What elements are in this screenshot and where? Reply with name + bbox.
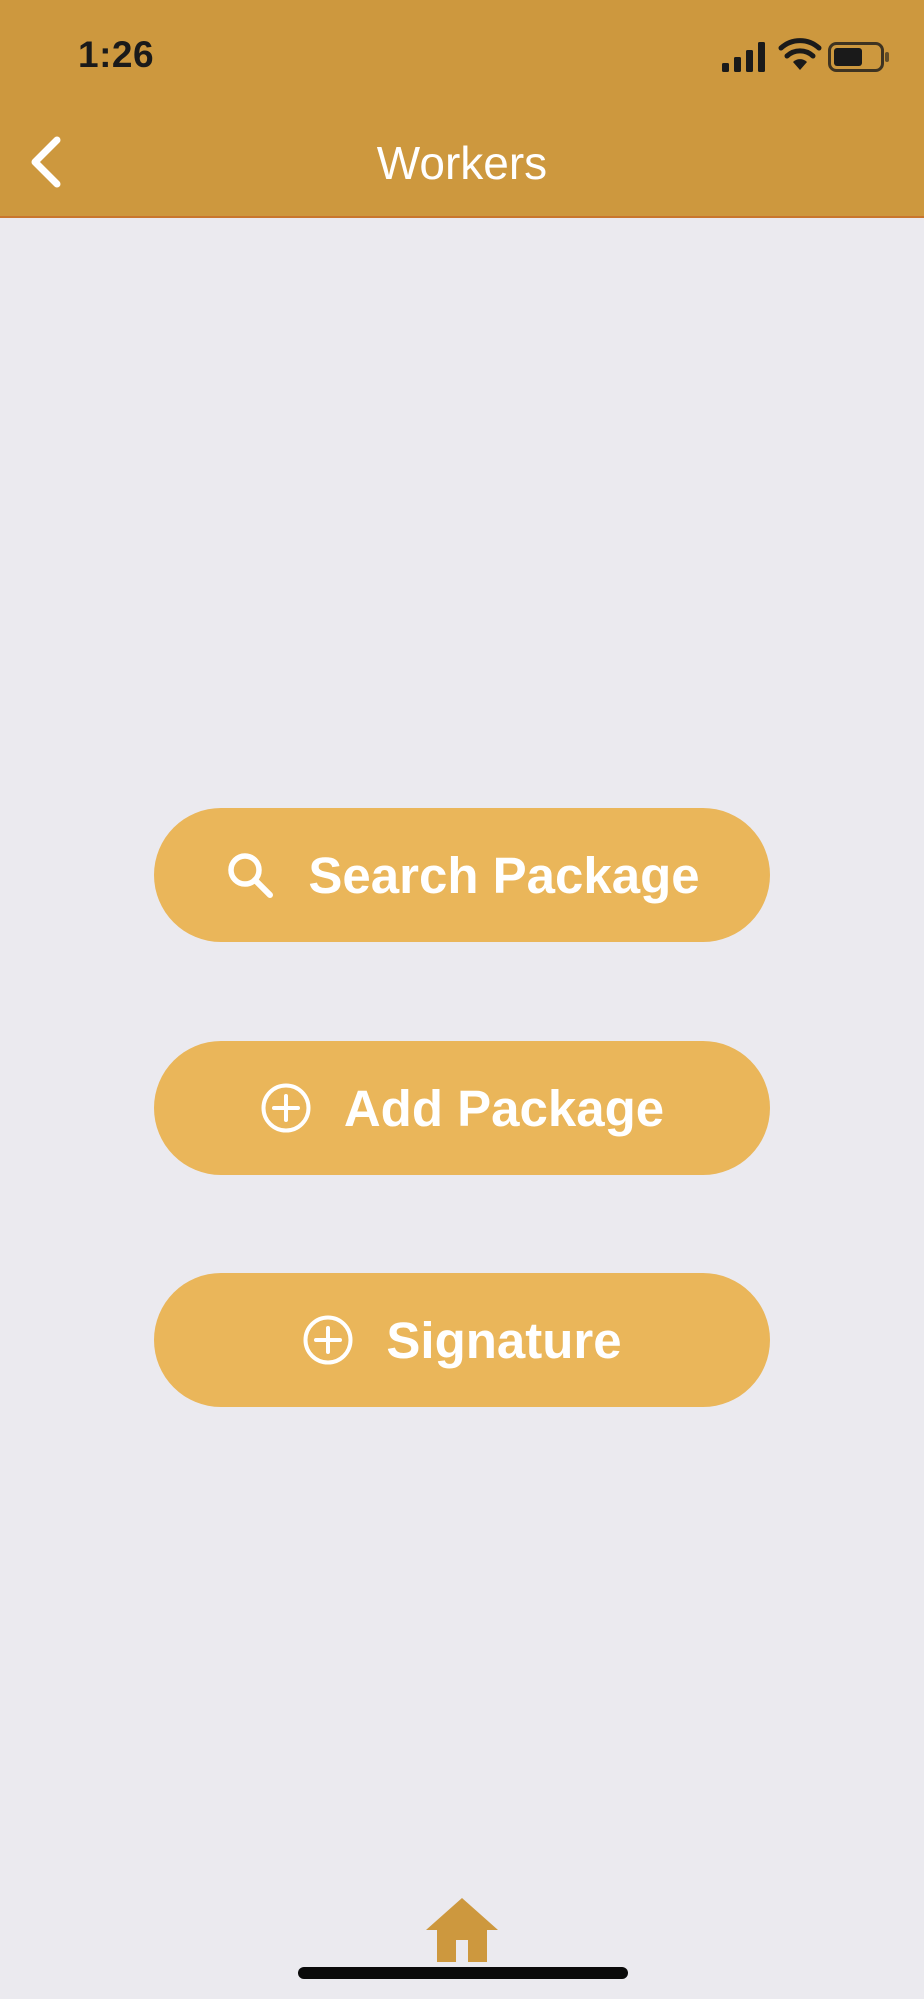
search-package-label: Search Package [308, 846, 700, 904]
signature-label: Signature [386, 1311, 622, 1369]
add-package-button[interactable]: Add Package [154, 1041, 770, 1175]
plus-circle-icon [303, 1315, 353, 1365]
header: 1:26 Workers [0, 0, 924, 218]
screen: 1:26 Workers Search Package Add Package … [0, 0, 924, 1999]
cellular-signal-icon [722, 42, 765, 72]
add-package-label: Add Package [343, 1079, 665, 1137]
page-title: Workers [376, 137, 548, 189]
plus-circle-icon [261, 1083, 311, 1133]
search-package-button[interactable]: Search Package [154, 808, 770, 942]
status-time: 1:26 [78, 34, 155, 75]
search-icon [228, 853, 274, 898]
wifi-icon [778, 38, 822, 70]
home-indicator [298, 1967, 628, 1979]
home-icon[interactable] [424, 1896, 500, 1964]
battery-icon [828, 42, 889, 72]
signature-button[interactable]: Signature [154, 1273, 770, 1407]
